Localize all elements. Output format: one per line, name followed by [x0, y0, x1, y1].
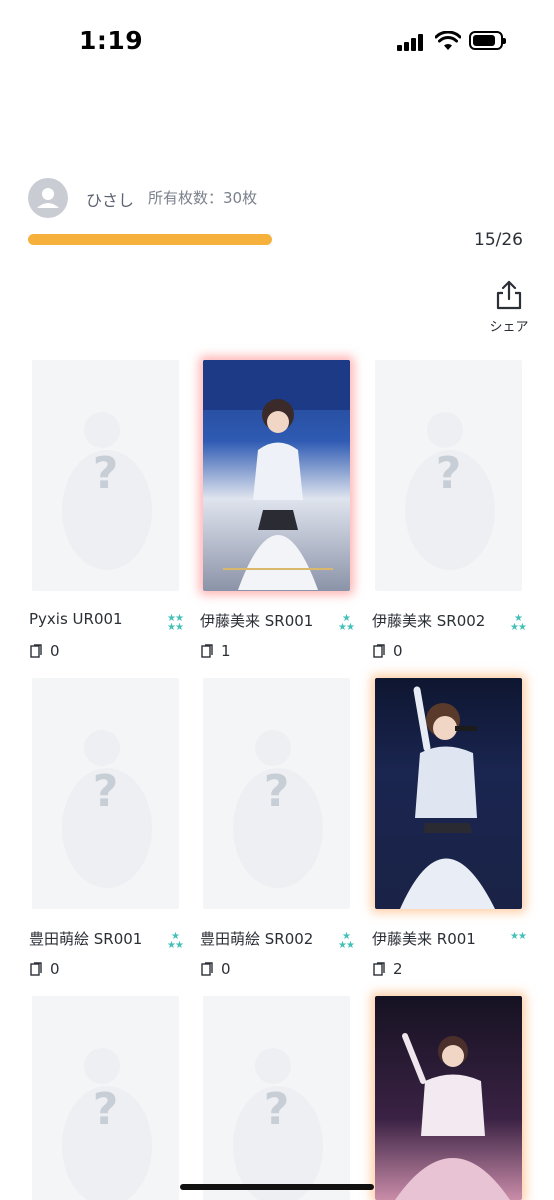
status-bar: 1:19	[0, 0, 554, 84]
cards-count-icon	[373, 962, 385, 976]
unknown-card-icon: ?	[92, 1084, 119, 1135]
card-quantity: 0	[373, 642, 403, 660]
card-photo	[400, 686, 495, 909]
card-toyota-moe-sr002[interactable]: ? 豊田萌絵 SR002 ★ ★★ 0	[200, 678, 355, 978]
two-stars-icon: ★ ★★	[338, 931, 355, 951]
share-button[interactable]: シェア	[484, 280, 534, 336]
card-owned[interactable]	[375, 996, 522, 1200]
card-photo	[203, 360, 350, 590]
cellular-signal-icon	[397, 33, 427, 51]
unknown-card-icon: ?	[92, 448, 119, 499]
cards-count-icon	[30, 644, 42, 658]
card-locked[interactable]: ?	[203, 996, 350, 1200]
wifi-icon	[435, 31, 461, 50]
two-stars-icon: ★ ★★	[167, 931, 184, 951]
card-photo	[395, 1033, 510, 1200]
cards-count-icon	[201, 644, 213, 658]
card-image-locked: ?	[32, 996, 179, 1200]
card-image-locked: ?	[32, 360, 179, 591]
card-quantity: 1	[201, 642, 231, 660]
collection-progress-count: 15/26	[474, 230, 523, 250]
card-quantity: 0	[30, 642, 60, 660]
unknown-card-icon: ?	[435, 448, 462, 499]
battery-icon	[469, 31, 506, 50]
card-quantity: 0	[30, 960, 60, 978]
unknown-card-icon: ?	[92, 766, 119, 817]
card-name: 伊藤美来 SR002	[372, 612, 486, 630]
status-time: 1:19	[79, 26, 144, 55]
card-name: 豊田萌絵 SR001	[29, 930, 143, 948]
share-icon	[496, 280, 522, 310]
card-image-locked: ?	[203, 678, 350, 909]
card-image-locked: ?	[203, 996, 350, 1200]
card-quantity: 2	[373, 960, 403, 978]
card-pyxis-ur001[interactable]: ? Pyxis UR001 ★★ ★★ 0	[29, 360, 184, 660]
unknown-card-icon: ?	[263, 766, 290, 817]
cards-count-icon	[201, 962, 213, 976]
collection-progress-bar	[28, 234, 272, 245]
card-name: 伊藤美来 R001	[372, 930, 476, 948]
card-image	[375, 678, 522, 909]
card-ito-miku-sr002[interactable]: ? 伊藤美来 SR002 ★ ★★ 0	[372, 360, 527, 660]
card-image-locked: ?	[32, 678, 179, 909]
card-quantity-value: 0	[221, 960, 231, 978]
card-image	[203, 360, 350, 591]
card-quantity-value: 0	[50, 642, 60, 660]
card-quantity-value: 0	[393, 642, 403, 660]
cards-count-icon	[30, 962, 42, 976]
card-ito-miku-sr001[interactable]: 伊藤美来 SR001 ★ ★★ 1	[200, 360, 355, 660]
two-stars-icon: ★★	[510, 931, 527, 942]
card-image-locked: ?	[375, 360, 522, 591]
card-ito-miku-r001[interactable]: 伊藤美来 R001 ★★ 2	[372, 678, 527, 978]
avatar[interactable]	[28, 178, 68, 218]
person-icon	[37, 188, 59, 208]
card-name: 伊藤美来 SR001	[200, 612, 314, 630]
owned-count: 所有枚数：30枚	[148, 189, 258, 207]
username: ひさし	[86, 191, 135, 210]
card-quantity-value: 1	[221, 642, 231, 660]
two-stars-icon: ★ ★★	[510, 613, 527, 633]
card-name: Pyxis UR001	[29, 610, 123, 628]
card-locked[interactable]: ?	[32, 996, 179, 1200]
card-quantity-value: 0	[50, 960, 60, 978]
share-label: シェア	[489, 320, 529, 335]
card-name: 豊田萌絵 SR002	[200, 930, 314, 948]
card-quantity: 0	[201, 960, 231, 978]
card-toyota-moe-sr001[interactable]: ? 豊田萌絵 SR001 ★ ★★ 0	[29, 678, 184, 978]
two-stars-icon: ★★ ★★	[167, 613, 184, 633]
card-quantity-value: 2	[393, 960, 403, 978]
cards-count-icon	[373, 644, 385, 658]
home-indicator[interactable]	[180, 1184, 374, 1190]
two-stars-icon: ★ ★★	[338, 613, 355, 633]
card-image	[375, 996, 522, 1200]
unknown-card-icon: ?	[263, 1084, 290, 1135]
